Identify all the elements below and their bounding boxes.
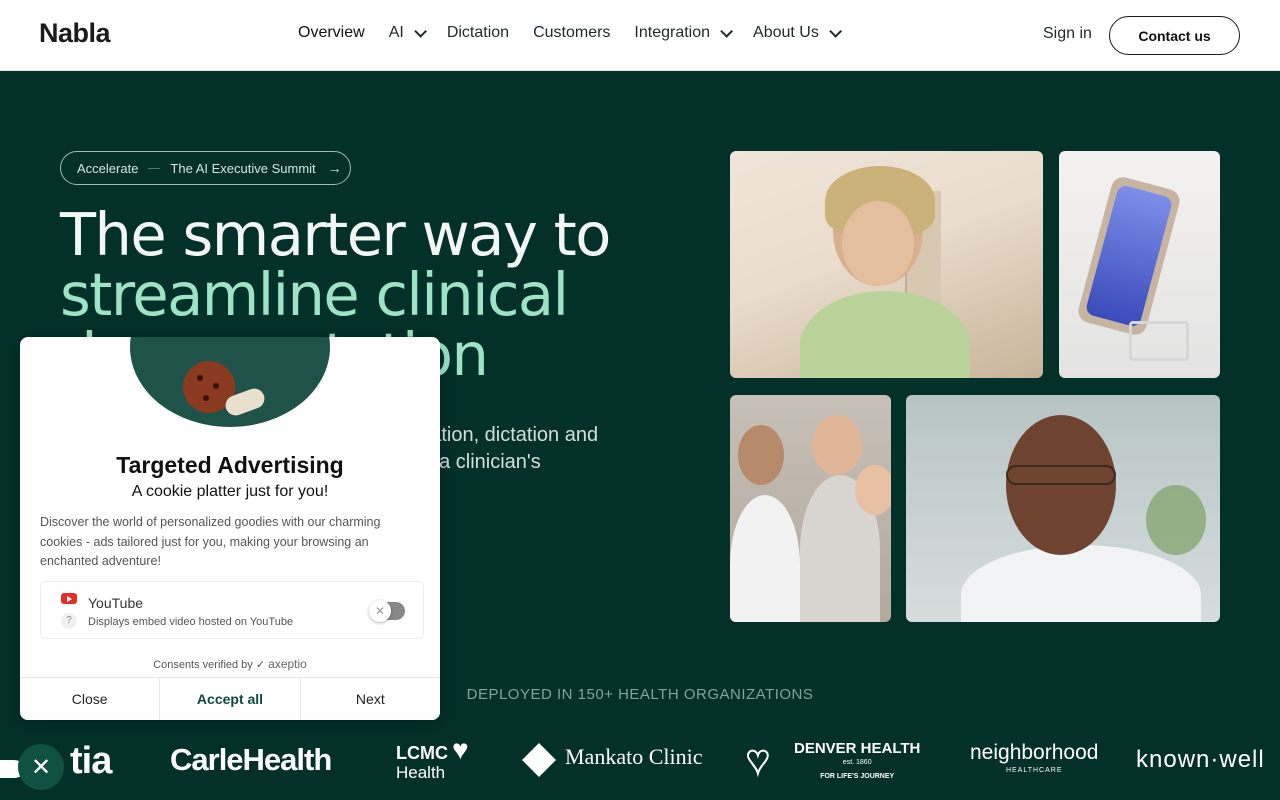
chevron-down-icon [720, 24, 734, 38]
summit-banner-pill[interactable]: Accelerate The AI Executive Summit → [60, 151, 351, 185]
cookie-consent-modal: Targeted Advertising A cookie platter ju… [20, 337, 440, 720]
heart-icon: ♥ [452, 734, 469, 765]
verified-label: Consents verified by [153, 659, 253, 671]
service-description: Displays embed video hosted on YouTube [88, 616, 294, 628]
customer-logos-strip: tia CarleHealth LCMC Health ♥ Mankato Cl… [0, 734, 1280, 788]
contact-us-button[interactable]: Contact us [1109, 16, 1240, 55]
nav-link-customers[interactable]: Customers [533, 24, 610, 42]
cookie-chip [203, 395, 209, 401]
photo-smiling-doctor [906, 395, 1220, 622]
sign-in-link[interactable]: Sign in [1043, 25, 1092, 43]
logo-denver-health: ♥ DENVER HEALTH est. 1860 FOR LIFE'S JOU… [745, 737, 921, 783]
diamond-icon [522, 742, 556, 777]
photo-doctor-high-five [730, 395, 891, 622]
help-icon[interactable]: ? [61, 613, 77, 629]
checkmark-icon: ✓ [255, 659, 266, 671]
photo-smiling-woman [730, 151, 1043, 378]
cookie-illustration [20, 337, 440, 437]
heart-outline-icon: ♥ [745, 737, 771, 783]
chevron-down-icon [829, 24, 842, 38]
close-icon: ✕ [369, 600, 391, 622]
logo-known-well: known·well [1136, 746, 1265, 773]
close-button[interactable]: Close [20, 678, 160, 720]
modal-description: Discover the world of personalized goodi… [40, 515, 381, 568]
hero-title-accent: streamline clinical [60, 260, 569, 329]
youtube-icon [61, 593, 77, 604]
nav-link-about-us[interactable]: About Us [753, 24, 842, 42]
pill-label-left: Accelerate [77, 160, 139, 176]
service-name: YouTube [88, 595, 144, 611]
modal-subtitle: A cookie platter just for you! [131, 483, 329, 500]
pill-label-right: The AI Executive Summit [170, 160, 316, 176]
nav-links: Overview AI Dictation Customers Integrat… [298, 24, 842, 42]
nav-link-dictation[interactable]: Dictation [447, 24, 509, 42]
youtube-consent-toggle[interactable]: ✕ [369, 600, 405, 622]
logo-mankato-clinic: Mankato Clinic [522, 742, 702, 777]
cookie-chip [213, 383, 219, 389]
nabla-logo[interactable]: Nabla [39, 18, 111, 49]
axeptio-brand[interactable]: axeptio [268, 657, 307, 671]
nav-link-integration[interactable]: Integration [634, 24, 734, 42]
arrow-right-icon: → [327, 160, 342, 176]
cookie-chip [197, 375, 203, 381]
youtube-consent-item: ? YouTube Displays embed video hosted on… [40, 581, 424, 639]
logo-neighborhood-healthcare: neighborhood HEALTHCARE [970, 741, 1099, 774]
consents-verified: Consents verified by ✓ axeptio [20, 657, 440, 671]
close-consent-fab[interactable]: ✕ [18, 744, 64, 790]
hero-title-line1: The smarter way to [60, 200, 611, 269]
modal-footer: Close Accept all Next [20, 677, 440, 720]
nav-link-ai[interactable]: AI [389, 24, 427, 42]
accept-all-button[interactable]: Accept all [159, 678, 300, 720]
top-nav: Nabla Overview AI Dictation Customers In… [0, 0, 1280, 71]
photo-phone-on-stand [1059, 151, 1220, 378]
modal-title: Targeted Advertising [116, 452, 344, 478]
pill-divider [148, 167, 161, 169]
chevron-down-icon [414, 24, 427, 38]
next-button[interactable]: Next [299, 678, 440, 720]
nav-link-overview[interactable]: Overview [298, 24, 365, 42]
logo-lcmc-health: LCMC Health ♥ [396, 734, 469, 783]
logo-carle-health: CarleHealth [170, 742, 332, 777]
